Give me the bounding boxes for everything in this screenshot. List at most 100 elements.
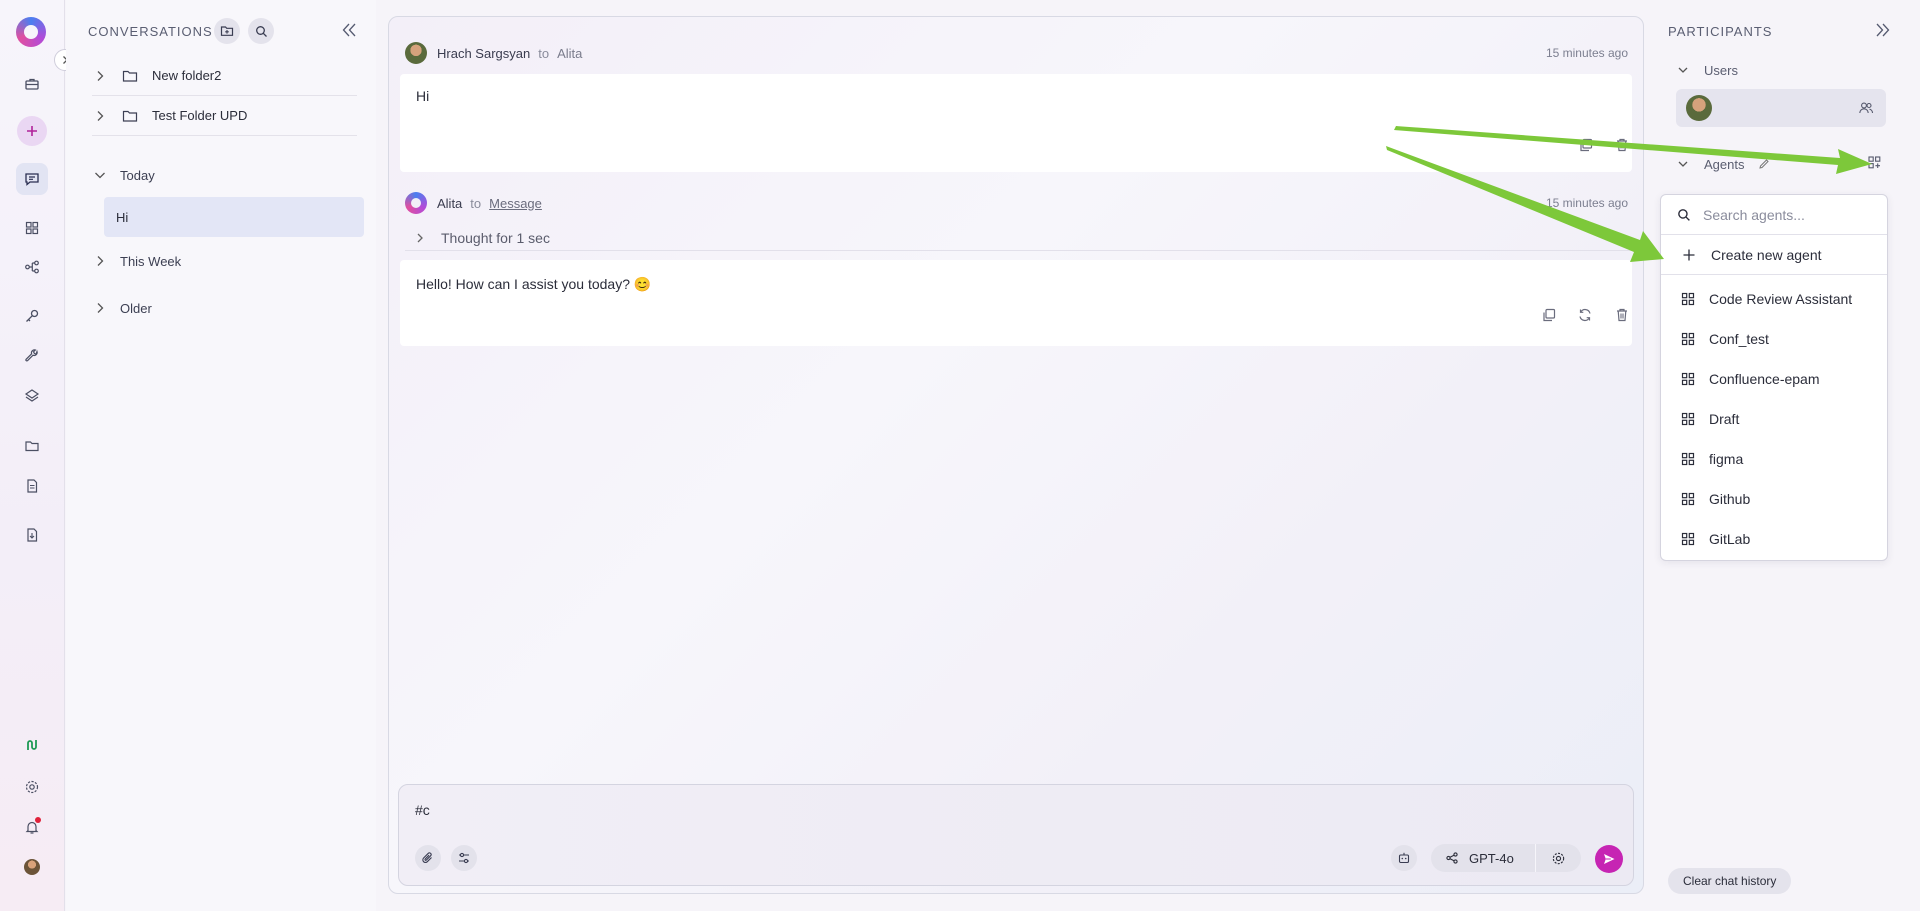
composer-input[interactable]: #c [415, 802, 430, 818]
users-section-toggle[interactable]: Users [1676, 60, 1738, 80]
create-agent-label: Create new agent [1711, 246, 1822, 263]
group-older[interactable]: Older [92, 297, 152, 319]
delete-button[interactable] [1614, 137, 1632, 155]
grid-icon [25, 221, 39, 235]
rail-folder-button[interactable] [16, 430, 48, 462]
group-today[interactable]: Today [92, 164, 155, 186]
conversation-label: Hi [116, 209, 129, 225]
chevron-down-icon [1678, 161, 1688, 167]
rail-import-button[interactable] [16, 519, 48, 551]
paperclip-icon [422, 852, 432, 863]
left-rail [0, 0, 76, 911]
rail-key-button[interactable] [16, 300, 48, 332]
chevron-right-icon [417, 233, 423, 242]
copy-icon [1543, 308, 1556, 322]
attach-button[interactable] [415, 845, 441, 871]
rail-chat-button[interactable] [16, 163, 48, 195]
trash-icon [1617, 138, 1627, 152]
grid-icon [1681, 292, 1695, 306]
grid-plus-icon [1868, 156, 1881, 169]
new-folder-button[interactable] [214, 18, 240, 44]
model-picker[interactable]: GPT-4o [1431, 851, 1535, 866]
agent-item[interactable]: Confluence-epam [1661, 359, 1887, 399]
sliders-icon [459, 852, 469, 864]
model-selector[interactable]: GPT-4o [1431, 844, 1581, 872]
edit-icon[interactable] [1758, 158, 1770, 170]
rail-tools-button[interactable] [16, 340, 48, 372]
message-time: 15 minutes ago [1545, 196, 1628, 210]
message-target: Alita [557, 45, 583, 61]
agent-label: Confluence-epam [1709, 371, 1820, 387]
create-agent-button[interactable]: Create new agent [1661, 235, 1887, 275]
group-this-week[interactable]: This Week [92, 250, 181, 272]
users-button[interactable] [1858, 100, 1874, 116]
message-text: Hi [416, 88, 430, 104]
chat-area: Hrach Sargsyan to Alita 15 minutes ago H… [388, 16, 1644, 894]
avatar[interactable] [24, 859, 40, 875]
agent-label: GitLab [1709, 531, 1751, 547]
rail-grid-button[interactable] [16, 212, 48, 244]
rail-notifications-button[interactable] [16, 811, 48, 843]
agents-section-toggle[interactable]: Agents [1676, 154, 1770, 174]
flow-icon [25, 260, 39, 274]
folder-row[interactable]: Test Folder UPD [92, 96, 357, 136]
rail-flow-button[interactable] [16, 251, 48, 283]
agent-button[interactable] [1391, 845, 1417, 871]
copy-button[interactable] [1578, 137, 1596, 155]
message-time: 15 minutes ago [1545, 46, 1628, 60]
double-chevron-left-icon [342, 23, 356, 37]
regenerate-button[interactable] [1577, 307, 1595, 325]
agents-label: Agents [1704, 156, 1745, 172]
send-icon [1604, 854, 1615, 864]
message-composer[interactable]: #c GPT-4o [398, 784, 1634, 886]
chevron-right-icon [97, 70, 104, 81]
robot-icon [1398, 852, 1410, 864]
group-label: Older [120, 300, 152, 316]
share-nodes-icon [1446, 852, 1458, 864]
users-label: Users [1704, 62, 1738, 78]
add-agent-button[interactable] [1867, 155, 1882, 170]
rail-briefcase-button[interactable] [16, 68, 48, 100]
rail-new-button[interactable] [17, 116, 47, 146]
thought-toggle[interactable]: Thought for 1 sec [405, 225, 1635, 251]
agent-search-placeholder[interactable]: Search agents... [1703, 207, 1805, 223]
clear-chat-history-button[interactable]: Clear chat history [1668, 868, 1792, 894]
avatar [405, 192, 427, 214]
delete-button[interactable] [1614, 307, 1632, 325]
agent-item[interactable]: figma [1661, 439, 1887, 479]
rail-settings-button[interactable] [16, 771, 48, 803]
settings-icon [25, 780, 39, 794]
agent-item[interactable]: GitLab [1661, 519, 1887, 559]
message-bubble: Hi [400, 74, 1632, 172]
to-label: to [470, 195, 482, 211]
agent-search-field[interactable]: Search agents... [1661, 195, 1887, 235]
agent-item[interactable]: Github [1661, 479, 1887, 519]
search-conversations-button[interactable] [248, 18, 274, 44]
send-button[interactable] [1595, 845, 1623, 873]
message-bubble: Hello! How can I assist you today? 😊 [400, 260, 1632, 346]
rail-integrations-button[interactable] [16, 729, 48, 761]
key-icon [26, 309, 39, 322]
agent-item[interactable]: Code Review Assistant [1661, 279, 1887, 319]
user-participant[interactable] [1676, 89, 1886, 127]
collapse-participants-button[interactable] [1874, 21, 1892, 39]
chat-icon [25, 173, 39, 186]
message-text: Hello! How can I assist you today? 😊 [416, 276, 652, 292]
collapse-conversations-button[interactable] [340, 21, 358, 39]
message-target-link[interactable]: Message [489, 196, 542, 211]
agent-label: Github [1709, 491, 1751, 507]
app-logo[interactable] [16, 17, 46, 47]
folder-row[interactable]: New folder2 [92, 56, 357, 96]
grid-icon [1681, 412, 1695, 426]
refresh-icon [1579, 308, 1591, 322]
parameters-button[interactable] [451, 845, 477, 871]
plus-icon [1683, 249, 1695, 260]
model-settings-button[interactable] [1536, 851, 1581, 866]
agent-item[interactable]: Conf_test [1661, 319, 1887, 359]
rail-document-button[interactable] [16, 470, 48, 502]
rail-layers-button[interactable] [16, 380, 48, 412]
copy-button[interactable] [1541, 307, 1559, 325]
conversation-item-hi[interactable]: Hi [104, 197, 364, 237]
chevron-right-icon [97, 256, 104, 266]
agent-item[interactable]: Draft [1661, 399, 1887, 439]
